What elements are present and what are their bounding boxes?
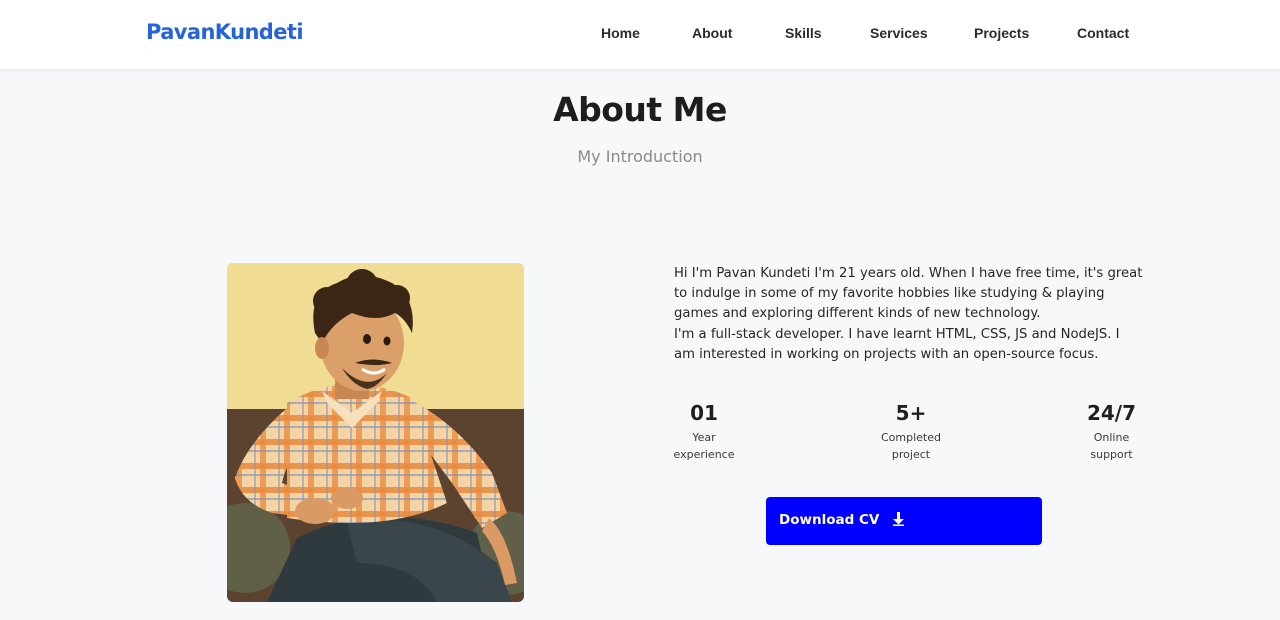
stat-label: Online support xyxy=(1090,431,1133,461)
download-cv-label: Download CV xyxy=(779,512,880,528)
stat-label: Completed project xyxy=(881,431,941,461)
about-description: Hi I'm Pavan Kundeti I'm 21 years old. W… xyxy=(674,264,1144,365)
stat-experience: 01 Year experience xyxy=(668,401,740,463)
section-subtitle: My Introduction xyxy=(577,147,703,166)
download-arrow-icon xyxy=(893,512,904,530)
about-paragraph-2: I'm a full-stack developer. I have learn… xyxy=(674,326,1120,362)
site-logo[interactable]: PavanKundeti xyxy=(146,20,304,44)
nav-link-skills[interactable]: Skills xyxy=(785,25,822,41)
stat-projects: 5+ Completed project xyxy=(868,401,954,463)
section-title: About Me xyxy=(553,90,727,129)
profile-illustration xyxy=(227,263,524,602)
stat-value: 5+ xyxy=(895,401,927,425)
stat-value: 24/7 xyxy=(1086,401,1137,425)
stat-value: 01 xyxy=(690,401,718,425)
stat-support: 24/7 Online support xyxy=(1079,401,1144,463)
download-cv-button[interactable]: Download CV xyxy=(766,497,1042,545)
nav-link-services[interactable]: Services xyxy=(870,25,928,41)
nav-link-contact[interactable]: Contact xyxy=(1077,25,1129,41)
about-paragraph-1: Hi I'm Pavan Kundeti I'm 21 years old. W… xyxy=(674,266,1143,322)
navbar: PavanKundeti Home About Skills Services … xyxy=(0,0,1280,69)
nav-link-home[interactable]: Home xyxy=(601,25,640,41)
stat-label: Year experience xyxy=(673,431,735,461)
nav-link-about[interactable]: About xyxy=(692,25,732,41)
nav-link-projects[interactable]: Projects xyxy=(974,25,1029,41)
